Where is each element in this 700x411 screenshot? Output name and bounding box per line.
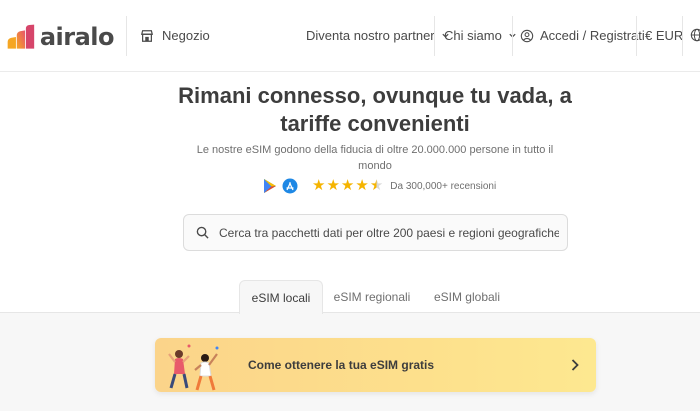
nav-login-label: Accedi / Registrati bbox=[540, 28, 645, 43]
search-input[interactable] bbox=[219, 225, 559, 240]
star-icon: ★ bbox=[312, 177, 326, 194]
star-icon: ★ bbox=[340, 177, 355, 194]
tab-label: eSIM locali bbox=[251, 290, 311, 305]
app-store-icon[interactable] bbox=[282, 178, 298, 194]
logo-text: airalo bbox=[39, 23, 115, 51]
currency-selector[interactable]: € EUR bbox=[645, 28, 683, 43]
tab-label: eSIM globali bbox=[433, 289, 501, 304]
people-illustration-icon bbox=[168, 344, 219, 391]
tab-esim-globali[interactable]: eSIM globali bbox=[425, 280, 509, 313]
hero-subtitle-line-2: mondo bbox=[358, 160, 392, 172]
language-selector[interactable] bbox=[690, 28, 700, 42]
nav-login-link[interactable]: Accedi / Registrati bbox=[520, 28, 645, 43]
star-icon: ★ bbox=[355, 177, 369, 194]
star-icon: ★ bbox=[326, 177, 340, 194]
search-icon bbox=[196, 226, 209, 239]
tab-esim-locali[interactable]: eSIM locali bbox=[239, 280, 323, 314]
rating-row: ★ ★ ★ ★ ★ Da 300,000+ recensioni bbox=[262, 178, 496, 194]
rating-stars: ★ ★ ★ ★ ★ bbox=[312, 178, 384, 194]
store-icon bbox=[140, 29, 154, 42]
divider bbox=[126, 16, 127, 56]
nav-about-dropdown[interactable]: Chi siamo bbox=[444, 28, 517, 43]
hero-title: Rimani connesso, ovunque tu vada, a tari… bbox=[0, 82, 700, 138]
logo-mark-icon bbox=[7, 24, 35, 49]
search-box[interactable] bbox=[183, 214, 568, 251]
currency-label: € EUR bbox=[645, 28, 684, 43]
tab-esim-regionali[interactable]: eSIM regionali bbox=[327, 280, 417, 313]
banner-text: Come ottenere la tua eSIM gratis bbox=[248, 358, 435, 372]
nav-partner-label: Diventa nostro partner bbox=[306, 28, 435, 43]
google-play-icon[interactable] bbox=[262, 178, 278, 194]
hero-title-line-1: Rimani connesso, ovunque tu vada, a bbox=[178, 83, 572, 108]
divider bbox=[682, 16, 683, 56]
tab-label: eSIM regionali bbox=[333, 289, 411, 304]
half-star-icon: ★ bbox=[369, 177, 384, 194]
hero-subtitle: Le nostre eSIM godono della fiducia di o… bbox=[190, 142, 560, 174]
nav-partner-dropdown[interactable]: Diventa nostro partner bbox=[306, 28, 450, 43]
free-esim-banner[interactable]: Come ottenere la tua eSIM gratis bbox=[155, 338, 596, 392]
divider bbox=[512, 16, 513, 56]
reviews-count: Da 300,000+ recensioni bbox=[390, 180, 497, 192]
nav-store-link[interactable]: Negozio bbox=[140, 28, 210, 43]
globe-icon bbox=[690, 28, 700, 42]
nav-store-label: Negozio bbox=[162, 28, 210, 43]
user-icon bbox=[520, 29, 534, 42]
header: airalo Negozio Diventa nostro partner Ch… bbox=[0, 0, 700, 72]
airalo-logo[interactable]: airalo bbox=[6, 20, 115, 54]
hero-title-line-2: tariffe convenienti bbox=[280, 111, 470, 136]
divider bbox=[636, 16, 637, 56]
nav-about-label: Chi siamo bbox=[444, 28, 502, 43]
chevron-right-icon bbox=[571, 359, 579, 371]
hero-subtitle-line-1: Le nostre eSIM godono della fiducia di o… bbox=[196, 144, 554, 156]
divider bbox=[434, 16, 435, 56]
